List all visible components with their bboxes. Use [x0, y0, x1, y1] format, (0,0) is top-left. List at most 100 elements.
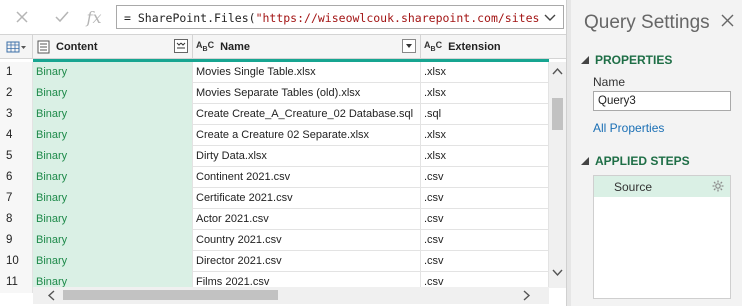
cell-name[interactable]: Dirty Data.xlsx [193, 146, 421, 167]
cell-extension[interactable]: .csv [421, 251, 549, 272]
grid-rows: 1 Binary Movies Single Table.xlsx .xlsx 2 Bin… [0, 62, 549, 293]
row-number: 9 [0, 230, 33, 251]
cell-name[interactable]: Country 2021.csv [193, 230, 421, 251]
applied-steps-list: Source [593, 175, 731, 299]
commit-icon[interactable] [50, 6, 74, 28]
data-grid: Content ABC Name ABC Extension 1 Binary Mo… [0, 34, 566, 306]
formula-string: "https://wiseowlcouk.sharepoint.com/site… [255, 11, 539, 25]
properties-heading: PROPERTIES [595, 53, 673, 67]
step-label: Source [614, 179, 653, 194]
triangle-icon [581, 53, 589, 67]
cell-name[interactable]: Actor 2021.csv [193, 209, 421, 230]
cancel-icon[interactable] [10, 6, 34, 28]
chevron-up-icon[interactable] [552, 66, 563, 78]
triangle-icon [581, 154, 589, 168]
cell-name[interactable]: Certificate 2021.csv [193, 188, 421, 209]
table-row[interactable]: 2 Binary Movies Separate Tables (old).xlsx… [0, 83, 549, 104]
cell-content[interactable]: Binary [33, 188, 193, 209]
fx-icon[interactable]: fx [82, 6, 106, 28]
row-number: 1 [0, 62, 33, 83]
horizontal-scroll-thumb[interactable] [63, 290, 278, 300]
query-settings-title: Query Settings [584, 12, 710, 33]
formula-prefix: = SharePoint.Files( [124, 11, 256, 25]
table-row[interactable]: 8 Binary Actor 2021.csv .csv [0, 209, 549, 230]
cell-extension[interactable]: .xlsx [421, 146, 549, 167]
row-number: 7 [0, 188, 33, 209]
column-label-content: Content [56, 41, 98, 53]
cell-content[interactable]: Binary [33, 104, 193, 125]
row-number: 3 [0, 104, 33, 125]
chevron-left-icon[interactable] [47, 290, 55, 304]
text-type-icon: ABC [424, 40, 443, 53]
cell-content[interactable]: Binary [33, 146, 193, 167]
row-number: 10 [0, 251, 33, 272]
chevron-down-icon[interactable] [552, 268, 563, 280]
table-row[interactable]: 10 Binary Director 2021.csv .csv [0, 251, 549, 272]
cell-extension[interactable]: .csv [421, 188, 549, 209]
query-settings-pane: Query Settings PROPERTIES Name All Prope… [571, 0, 742, 306]
table-row[interactable]: 6 Binary Continent 2021.csv .csv [0, 167, 549, 188]
cell-name[interactable]: Continent 2021.csv [193, 167, 421, 188]
fx-label: fx [86, 7, 102, 27]
cell-extension[interactable]: .xlsx [421, 125, 549, 146]
applied-steps-heading: APPLIED STEPS [595, 154, 690, 168]
column-label-extension: Extension [448, 41, 501, 53]
gear-icon[interactable] [712, 180, 724, 195]
chevron-right-icon[interactable] [523, 290, 531, 304]
formula-text: = SharePoint.Files("https://wiseowlcouk.… [124, 11, 539, 25]
row-number: 6 [0, 167, 33, 188]
row-number: 4 [0, 125, 33, 146]
row-number: 8 [0, 209, 33, 230]
cell-content[interactable]: Binary [33, 83, 193, 104]
vertical-scroll-thumb[interactable] [552, 98, 563, 130]
column-header-content[interactable]: Content [33, 35, 193, 59]
cell-extension[interactable]: .xlsx [421, 83, 549, 104]
applied-steps-section[interactable]: APPLIED STEPS [581, 154, 690, 168]
binary-column-icon [37, 40, 50, 54]
column-header-extension[interactable]: ABC Extension [421, 35, 566, 59]
close-icon[interactable] [721, 14, 734, 30]
properties-section[interactable]: PROPERTIES [581, 53, 672, 67]
table-row[interactable]: 1 Binary Movies Single Table.xlsx .xlsx [0, 62, 549, 83]
cell-content[interactable]: Binary [33, 62, 193, 83]
cell-content[interactable]: Binary [33, 251, 193, 272]
formula-input[interactable]: = SharePoint.Files("https://wiseowlcouk.… [116, 5, 564, 29]
cell-extension[interactable]: .csv [421, 209, 549, 230]
cell-extension[interactable]: .csv [421, 230, 549, 251]
filter-dropdown-icon[interactable] [402, 39, 416, 53]
all-properties-link[interactable]: All Properties [593, 121, 664, 135]
cell-extension[interactable]: .csv [421, 167, 549, 188]
table-menu-icon[interactable] [0, 35, 33, 59]
row-number: 5 [0, 146, 33, 167]
name-label: Name [593, 75, 626, 89]
grid-header: Content ABC Name ABC Extension [0, 35, 566, 59]
table-row[interactable]: 7 Binary Certificate 2021.csv .csv [0, 188, 549, 209]
cell-extension[interactable]: .xlsx [421, 62, 549, 83]
vertical-scrollbar[interactable] [549, 62, 566, 288]
table-row[interactable]: 9 Binary Country 2021.csv .csv [0, 230, 549, 251]
cell-content[interactable]: Binary [33, 167, 193, 188]
cell-name[interactable]: Create Create_A_Creature_02 Database.sql [193, 104, 421, 125]
table-row[interactable]: 4 Binary Create a Creature 02 Separate.xls… [0, 125, 549, 146]
step-item-source[interactable]: Source [594, 176, 730, 197]
cell-extension[interactable]: .sql [421, 104, 549, 125]
table-row[interactable]: 5 Binary Dirty Data.xlsx .xlsx [0, 146, 549, 167]
column-label-name: Name [220, 41, 251, 53]
row-number: 2 [0, 83, 33, 104]
cell-name[interactable]: Create a Creature 02 Separate.xlsx [193, 125, 421, 146]
query-editor-pane: fx = SharePoint.Files("https://wiseowlco… [0, 0, 566, 306]
cell-content[interactable]: Binary [33, 125, 193, 146]
expand-binary-icon[interactable] [174, 39, 188, 53]
table-row[interactable]: 3 Binary Create Create_A_Creature_02 Datab… [0, 104, 549, 125]
text-type-icon: ABC [196, 40, 215, 53]
cell-name[interactable]: Movies Single Table.xlsx [193, 62, 421, 83]
cell-name[interactable]: Director 2021.csv [193, 251, 421, 272]
cell-name[interactable]: Movies Separate Tables (old).xlsx [193, 83, 421, 104]
column-header-name[interactable]: ABC Name [193, 35, 421, 59]
horizontal-scrollbar[interactable] [33, 287, 549, 304]
chevron-down-icon[interactable] [543, 10, 557, 27]
cell-content[interactable]: Binary [33, 209, 193, 230]
query-name-input[interactable] [593, 91, 731, 111]
row-number: 11 [0, 272, 33, 293]
cell-content[interactable]: Binary [33, 230, 193, 251]
